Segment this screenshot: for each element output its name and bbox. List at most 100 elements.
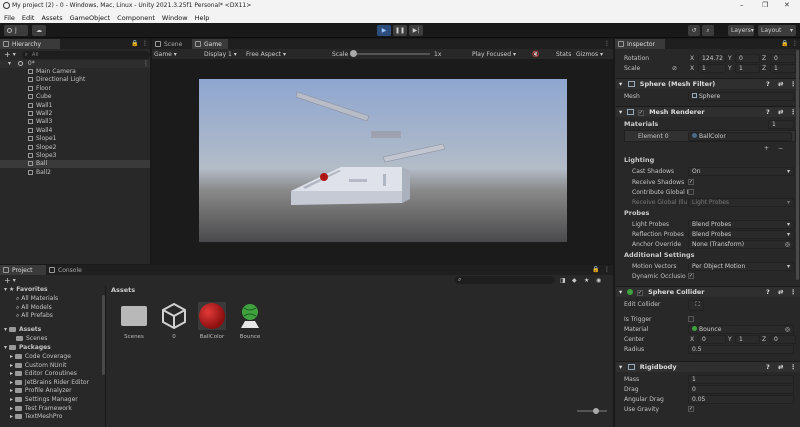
menu-window[interactable]: Window bbox=[162, 14, 188, 22]
center-x-field[interactable]: 0 bbox=[698, 335, 726, 344]
filter-type-icon[interactable]: ◨ bbox=[560, 277, 566, 284]
menu-dots-icon[interactable]: ⋮ bbox=[604, 266, 610, 273]
tree-favorites[interactable]: ▾ ★ Favorites bbox=[4, 286, 48, 294]
lock-icon[interactable]: 🔒 bbox=[781, 40, 788, 47]
cast-shadows-dropdown[interactable]: On ▾ bbox=[688, 167, 794, 176]
light-probes-dropdown[interactable]: Blend Probes ▾ bbox=[688, 220, 794, 229]
game-render[interactable] bbox=[199, 79, 567, 242]
breadcrumb[interactable]: Assets bbox=[111, 286, 135, 294]
gizmos-dropdown[interactable]: Gizmos ▾ bbox=[576, 51, 603, 58]
chevron-down-icon[interactable]: ▾ bbox=[13, 51, 16, 58]
cloud-button[interactable]: ☁ bbox=[32, 25, 46, 36]
stats-button[interactable]: Stats bbox=[556, 51, 571, 58]
visibility-icon[interactable]: ◉ bbox=[596, 277, 601, 284]
asset-tile-scene-0[interactable]: 0 bbox=[157, 302, 191, 346]
scale-z-field[interactable]: 1 bbox=[770, 64, 796, 73]
package-item[interactable]: ▸ Custom NUnit bbox=[10, 362, 67, 370]
hierarchy-item[interactable]: Wall2 bbox=[0, 110, 150, 118]
tree-item-scenes[interactable]: Scenes bbox=[16, 335, 47, 343]
filter-label-icon[interactable]: ◆ bbox=[572, 277, 577, 284]
display-number-dropdown[interactable]: Display 1 ▾ bbox=[204, 51, 237, 58]
tab-project[interactable]: Project bbox=[0, 265, 46, 275]
help-icon[interactable]: ? bbox=[766, 107, 770, 117]
step-button[interactable]: ▶| bbox=[409, 25, 423, 36]
menu-edit[interactable]: Edit bbox=[22, 14, 35, 22]
menu-dots-icon[interactable]: ⋮ bbox=[143, 60, 149, 68]
enabled-checkbox[interactable]: ✓ bbox=[637, 110, 644, 116]
mesh-renderer-header[interactable]: ▾ ✓ Mesh Renderer ? ⇄ ⋮ bbox=[616, 106, 800, 117]
materials-count-field[interactable]: 1 bbox=[768, 120, 794, 129]
reflection-probes-dropdown[interactable]: Blend Probes ▾ bbox=[688, 230, 794, 239]
contribute-gi-checkbox[interactable] bbox=[688, 189, 694, 195]
history-button[interactable]: ↺ bbox=[688, 25, 700, 36]
hierarchy-item[interactable]: Main Camera bbox=[0, 68, 150, 76]
sphere-collider-header[interactable]: ▾ ✓ Sphere Collider ? ⇄ ⋮ bbox=[616, 286, 800, 297]
pause-button[interactable]: ❚❚ bbox=[393, 25, 407, 36]
slider-handle[interactable] bbox=[350, 50, 357, 57]
radius-field[interactable]: 0.5 bbox=[688, 345, 794, 354]
hierarchy-item[interactable]: Cube bbox=[0, 93, 150, 101]
menu-dots-icon[interactable]: ⋮ bbox=[790, 287, 797, 297]
hierarchy-item[interactable]: Slope2 bbox=[0, 144, 150, 152]
help-icon[interactable]: ? bbox=[766, 362, 770, 372]
favorites-item[interactable]: ⌕ All Materials bbox=[16, 295, 58, 303]
preset-icon[interactable]: ⇄ bbox=[778, 107, 783, 117]
menu-gameobject[interactable]: GameObject bbox=[70, 14, 111, 22]
package-item[interactable]: ▸ Code Coverage bbox=[10, 353, 71, 361]
menu-dots-icon[interactable]: ⋮ bbox=[790, 362, 797, 372]
package-item[interactable]: ▸ Settings Manager bbox=[10, 396, 78, 404]
tab-inspector[interactable]: Inspector bbox=[615, 39, 665, 49]
close-button[interactable]: ✕ bbox=[784, 1, 790, 9]
constrain-icon[interactable]: ⊘ bbox=[672, 64, 677, 73]
motion-vectors-dropdown[interactable]: Per Object Motion ▾ bbox=[688, 262, 794, 271]
minimize-button[interactable]: – bbox=[740, 1, 744, 9]
preset-icon[interactable]: ⇄ bbox=[778, 79, 783, 89]
center-y-field[interactable]: 1 bbox=[735, 335, 760, 344]
mesh-field[interactable]: Sphere bbox=[688, 92, 794, 101]
layers-dropdown[interactable]: Layers ▾ bbox=[728, 25, 754, 36]
package-item[interactable]: ▸ Profile Analyzer bbox=[10, 387, 72, 395]
play-button[interactable]: ▶ bbox=[377, 25, 391, 36]
drag-field[interactable]: 0 bbox=[688, 385, 794, 394]
menu-dots-icon[interactable]: ⋮ bbox=[604, 40, 610, 47]
object-picker-icon[interactable]: ◎ bbox=[785, 241, 790, 248]
menu-dots-icon[interactable]: ⋮ bbox=[792, 40, 798, 47]
layout-dropdown[interactable]: Layout ▾ bbox=[758, 25, 796, 36]
rotation-x-field[interactable]: 124.72 bbox=[698, 54, 726, 63]
hierarchy-item[interactable]: Slope3 bbox=[0, 152, 150, 160]
help-icon[interactable]: ? bbox=[766, 287, 770, 297]
menu-file[interactable]: File bbox=[4, 14, 15, 22]
lock-icon[interactable]: 🔒 bbox=[131, 40, 138, 47]
tree-assets[interactable]: ▾ Assets bbox=[4, 326, 41, 334]
chevron-down-icon[interactable]: ▾ bbox=[13, 277, 16, 284]
menu-dots-icon[interactable]: ⋮ bbox=[142, 40, 148, 47]
mute-audio-icon[interactable]: 🔇 bbox=[532, 51, 539, 58]
mass-field[interactable]: 1 bbox=[688, 375, 794, 384]
is-trigger-checkbox[interactable] bbox=[688, 316, 694, 322]
package-item[interactable]: ▸ Test Framework bbox=[10, 405, 72, 413]
favorites-item[interactable]: ⌕ All Models bbox=[16, 304, 52, 312]
center-z-field[interactable]: 0 bbox=[770, 335, 796, 344]
account-button[interactable]: J bbox=[4, 25, 28, 36]
rigidbody-header[interactable]: ▾ Rigidbody ? ⇄ ⋮ bbox=[616, 361, 800, 372]
search-button[interactable]: ⌕ bbox=[702, 25, 714, 36]
probes-foldout[interactable]: Probes bbox=[616, 209, 649, 218]
hierarchy-item[interactable]: Ball2 bbox=[0, 169, 150, 177]
project-search-input[interactable]: ⌕ bbox=[455, 276, 555, 284]
asset-tile-ballcolor[interactable]: BallColor bbox=[195, 302, 229, 346]
angular-drag-field[interactable]: 0.05 bbox=[688, 395, 794, 404]
tab-console[interactable]: Console bbox=[46, 265, 92, 275]
hierarchy-item[interactable]: Wall3 bbox=[0, 118, 150, 126]
display-mode-dropdown[interactable]: Game ▾ bbox=[154, 51, 177, 58]
scale-slider[interactable] bbox=[350, 50, 430, 57]
edit-collider-button[interactable]: ⛶ bbox=[688, 300, 704, 311]
icon-size-slider[interactable] bbox=[577, 408, 607, 414]
collider-material-field[interactable]: Bounce ◎ bbox=[688, 325, 794, 334]
add-icon[interactable]: + bbox=[4, 276, 11, 285]
menu-help[interactable]: Help bbox=[195, 14, 210, 22]
hierarchy-item[interactable]: Directional Light bbox=[0, 76, 150, 84]
menu-component[interactable]: Component bbox=[117, 14, 155, 22]
add-icon[interactable]: + bbox=[4, 50, 11, 59]
use-gravity-checkbox[interactable]: ✓ bbox=[688, 406, 694, 412]
aspect-dropdown[interactable]: Free Aspect ▾ bbox=[246, 51, 286, 58]
